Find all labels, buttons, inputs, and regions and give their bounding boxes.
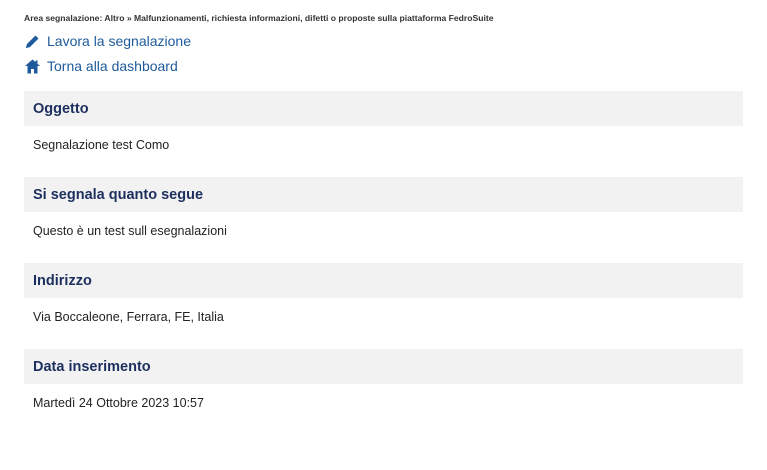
work-report-label: Lavora la segnalazione	[47, 33, 191, 49]
action-links: Lavora la segnalazione Torna alla dashbo…	[24, 31, 767, 76]
work-report-link[interactable]: Lavora la segnalazione	[24, 31, 191, 51]
report-detail-page: Area segnalazione: Altro » Malfunzioname…	[0, 0, 767, 470]
description-value: Questo è un test sull esegnalazioni	[33, 224, 227, 238]
address-value: Via Boccaleone, Ferrara, FE, Italia	[33, 310, 224, 324]
description-heading: Si segnala quanto segue	[24, 177, 743, 212]
home-icon	[24, 58, 41, 75]
insertion-date-value: Martedì 24 Ottobre 2023 10:57	[33, 396, 204, 410]
breadcrumb: Area segnalazione: Altro » Malfunzioname…	[24, 13, 494, 23]
pencil-icon	[24, 33, 41, 50]
insertion-date-heading: Data inserimento	[24, 349, 743, 384]
address-heading: Indirizzo	[24, 263, 743, 298]
subject-heading: Oggetto	[24, 91, 743, 126]
report-details: Oggetto Segnalazione test Como Si segnal…	[24, 91, 767, 435]
back-to-dashboard-label: Torna alla dashboard	[47, 58, 178, 74]
subject-value: Segnalazione test Como	[33, 138, 170, 152]
back-to-dashboard-link[interactable]: Torna alla dashboard	[24, 56, 178, 76]
